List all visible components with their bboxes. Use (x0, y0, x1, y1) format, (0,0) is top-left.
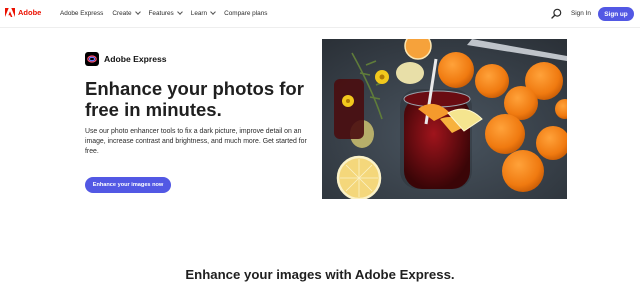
section-title: Enhance your images with Adobe Express. (185, 267, 455, 282)
chevron-down-icon (210, 9, 216, 15)
nav-create[interactable]: Create (112, 9, 141, 17)
nav-links: Adobe Express Create Features Learn Comp… (60, 9, 267, 17)
search-icon[interactable] (551, 8, 562, 19)
nav-label: Features (148, 10, 174, 17)
product-name: Adobe Express (104, 54, 167, 64)
adobe-logo[interactable]: Adobe (5, 8, 41, 17)
nav-label: Compare plans (224, 10, 268, 17)
nav-label: Learn (190, 10, 208, 17)
adobe-logo-icon (5, 8, 15, 17)
nav-label: Create (112, 10, 132, 17)
nav-compare-plans[interactable]: Compare plans (224, 10, 267, 17)
top-navigation: Adobe Adobe Express Create Features Lear… (0, 0, 640, 28)
adobe-logo-text: Adobe (18, 8, 42, 17)
sign-up-button[interactable]: Sign up (598, 7, 634, 21)
nav-features[interactable]: Features (148, 9, 183, 17)
enhance-images-button[interactable]: Enhance your images now (85, 177, 171, 193)
page-title: Enhance your photos for free in minutes. (85, 78, 304, 120)
chevron-down-icon (176, 9, 183, 15)
sign-in-link[interactable]: Sign In (571, 10, 591, 17)
nav-adobe-express[interactable]: Adobe Express (60, 10, 103, 17)
adobe-express-icon (85, 52, 99, 66)
nav-learn[interactable]: Learn (190, 9, 216, 17)
chevron-down-icon (134, 9, 141, 15)
hero-description: Use our photo enhancer tools to fix a da… (85, 128, 307, 155)
hero-image (322, 39, 567, 199)
nav-label: Adobe Express (60, 10, 104, 17)
product-brand: Adobe Express (85, 52, 167, 66)
